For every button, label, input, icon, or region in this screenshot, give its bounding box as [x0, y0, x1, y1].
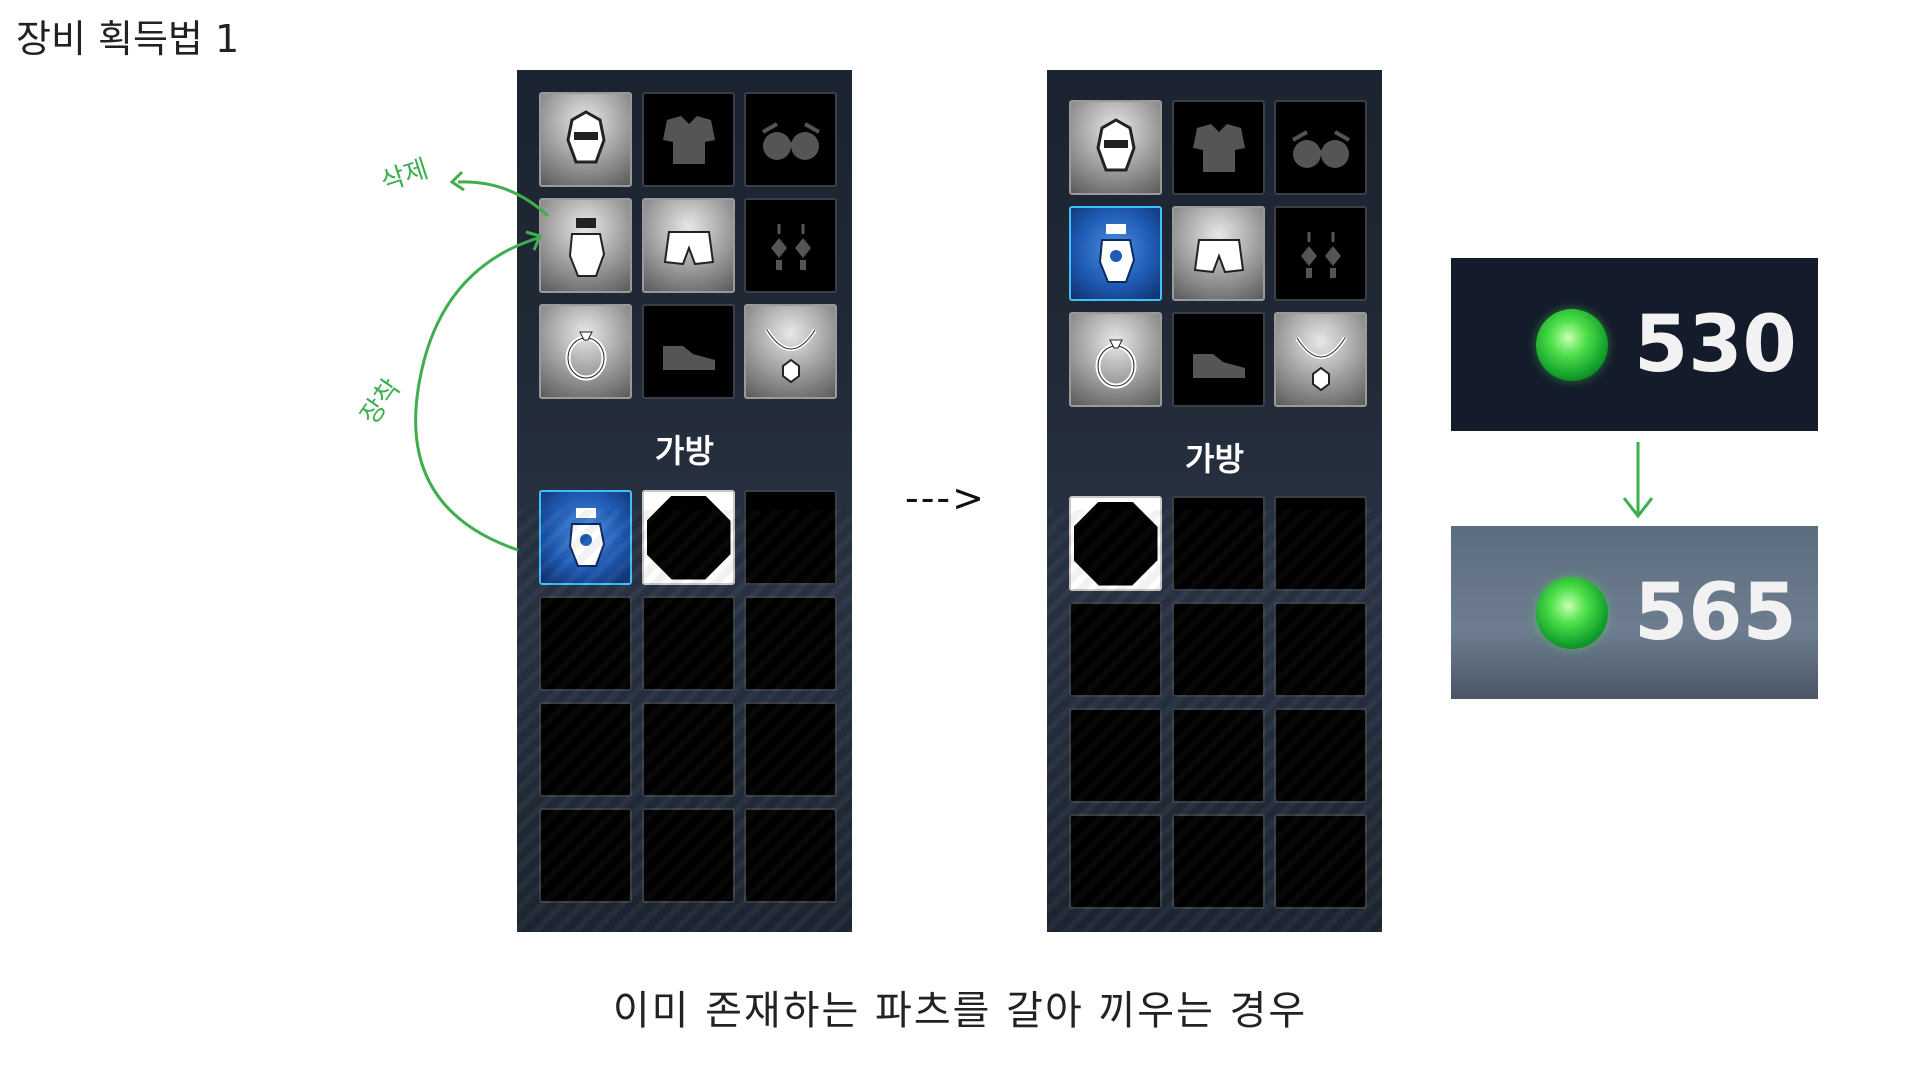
- bag-slot[interactable]: [744, 702, 837, 797]
- bag-slot[interactable]: [1069, 708, 1162, 803]
- bag-slot[interactable]: [1274, 496, 1367, 591]
- necklace-icon: [764, 328, 817, 383]
- equip-slot-shoe[interactable]: [642, 304, 735, 399]
- bag-slot[interactable]: [642, 596, 735, 691]
- armor-icon: [1192, 123, 1245, 172]
- equip-slot-armor[interactable]: [642, 92, 735, 187]
- equip-slot-armor[interactable]: [1172, 100, 1265, 195]
- inventory-panel-before: 가방: [517, 70, 852, 932]
- bag-slot[interactable]: [744, 596, 837, 691]
- bag-label: 가방: [655, 432, 714, 470]
- currency-display-before: 530: [1451, 258, 1818, 431]
- bag-slot[interactable]: [744, 808, 837, 903]
- remove-arrow: [457, 180, 550, 218]
- bag-slot-octagon-item[interactable]: [642, 490, 735, 585]
- equip-slot-helmet[interactable]: [1069, 100, 1162, 195]
- armor-icon: [662, 115, 715, 164]
- bag-slot[interactable]: [1172, 602, 1265, 697]
- bag-slot[interactable]: [1274, 602, 1367, 697]
- currency-value-before: 530: [1634, 299, 1797, 390]
- equip-slot-shorts[interactable]: [642, 198, 735, 293]
- green-gem-icon: [1536, 308, 1608, 381]
- octagon-item-icon: [646, 495, 731, 580]
- earrings-icon: [1300, 231, 1341, 278]
- green-gem-icon: [1536, 576, 1608, 649]
- rare-glove-icon: [568, 507, 605, 567]
- equip-slot-glasses[interactable]: [1274, 100, 1367, 195]
- bag-slot[interactable]: [1274, 708, 1367, 803]
- shorts-icon: [663, 230, 714, 265]
- glove-icon: [568, 217, 605, 277]
- shoe-icon: [662, 345, 715, 370]
- helmet-icon: [1095, 117, 1136, 171]
- equip-slot-necklace[interactable]: [1274, 312, 1367, 407]
- equip-arrow: [414, 236, 539, 552]
- flow-arrow: --->: [905, 476, 986, 520]
- glasses-icon: [1291, 129, 1350, 168]
- equip-slot-earrings[interactable]: [1274, 206, 1367, 301]
- equip-slot-necklace[interactable]: [744, 304, 837, 399]
- ring-icon: [1095, 339, 1136, 388]
- shoe-icon: [1192, 353, 1245, 378]
- currency-value-after: 565: [1634, 567, 1797, 658]
- bag-slot[interactable]: [539, 808, 632, 903]
- glasses-icon: [761, 121, 820, 160]
- equip-slot-glasses[interactable]: [744, 92, 837, 187]
- bag-slot[interactable]: [744, 490, 837, 585]
- earrings-icon: [770, 223, 811, 270]
- bag-slot[interactable]: [642, 808, 735, 903]
- bag-slot[interactable]: [1069, 814, 1162, 909]
- helmet-icon: [565, 109, 606, 163]
- octagon-item-icon: [1073, 501, 1158, 586]
- bag-slot[interactable]: [1172, 496, 1265, 591]
- rare-glove-icon: [1098, 223, 1135, 283]
- inventory-panel-after: 가방: [1047, 70, 1382, 932]
- bag-slot[interactable]: [1069, 602, 1162, 697]
- bag-slot[interactable]: [539, 702, 632, 797]
- bag-slot[interactable]: [539, 596, 632, 691]
- caption: 이미 존재하는 파츠를 갈아 끼우는 경우: [612, 988, 1308, 1034]
- bag-slot-octagon-item[interactable]: [1069, 496, 1162, 591]
- equip-slot-earrings[interactable]: [744, 198, 837, 293]
- currency-display-after: 565: [1451, 526, 1818, 699]
- bag-label: 가방: [1185, 440, 1244, 478]
- ring-icon: [565, 331, 606, 380]
- annotation-arrows: [414, 170, 550, 552]
- equip-slot-glove[interactable]: [1069, 206, 1162, 301]
- equip-slot-shorts[interactable]: [1172, 206, 1265, 301]
- equip-slot-shoe[interactable]: [1172, 312, 1265, 407]
- equip-slot-ring[interactable]: [1069, 312, 1162, 407]
- bag-slot[interactable]: [1274, 814, 1367, 909]
- necklace-icon: [1294, 336, 1347, 391]
- bag-slot[interactable]: [1172, 708, 1265, 803]
- page-title: 장비 획득법 1: [16, 17, 240, 61]
- shorts-icon: [1193, 238, 1244, 273]
- bag-slot[interactable]: [642, 702, 735, 797]
- currency-change-arrow: [1622, 442, 1654, 519]
- bag-slot[interactable]: [1172, 814, 1265, 909]
